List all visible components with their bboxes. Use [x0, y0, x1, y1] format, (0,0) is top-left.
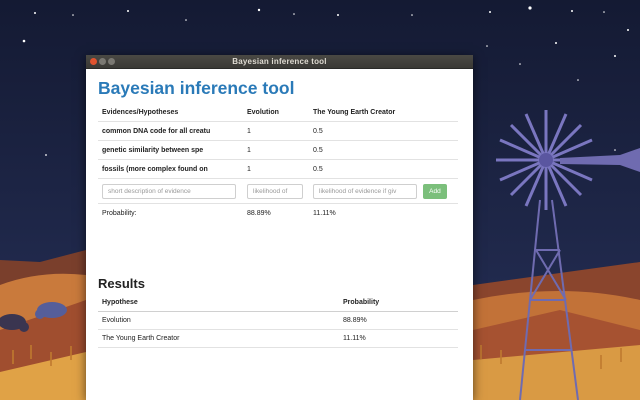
- evidence-name: genetic similarity between spe: [98, 140, 243, 160]
- evidence-row: common DNA code for all creatu 1 0.5: [98, 121, 458, 141]
- header-probability: Probability: [339, 294, 458, 312]
- new-evidence-row: short description of evidence likelihood…: [98, 178, 458, 204]
- evidence-evolution-likelihood: 1: [243, 140, 309, 160]
- probability-row: Probability: 88.89% 11.11%: [98, 203, 458, 222]
- evidence-row: fossils (more complex found on 1 0.5: [98, 159, 458, 179]
- evidence-evolution-likelihood: 1: [243, 121, 309, 141]
- new-evidence-evolution-cell: likelihood of: [243, 178, 309, 204]
- header-young-earth-creator: The Young Earth Creator: [313, 108, 396, 116]
- app-window: Bayesian inference tool Bayesian inferen…: [86, 55, 473, 400]
- evidence-description-input[interactable]: short description of evidence: [102, 183, 236, 199]
- results-table-header: Hypothese Probability: [98, 294, 458, 312]
- results-row: Evolution 88.89%: [98, 311, 458, 330]
- results-heading: Results: [98, 276, 145, 291]
- results-table: Hypothese Probability Evolution 88.89% T…: [98, 294, 458, 348]
- probability-evolution: 88.89%: [243, 203, 309, 222]
- evidence-name: fossils (more complex found on: [98, 159, 243, 179]
- evidence-creator-likelihood: 0.5: [309, 159, 458, 179]
- new-evidence-description-cell: short description of evidence: [98, 178, 243, 204]
- window-title: Bayesian inference tool: [232, 57, 327, 66]
- header-evolution: Evolution: [247, 108, 279, 116]
- page-title: Bayesian inference tool: [98, 78, 295, 98]
- evidence-creator-likelihood: 0.5: [309, 140, 458, 160]
- probability-creator: 11.11%: [309, 203, 458, 222]
- evidence-table-header: Evidences/Hypotheses Evolution The Young…: [98, 103, 458, 122]
- probability-label: Probability:: [98, 203, 243, 222]
- evolution-likelihood-input[interactable]: likelihood of: [247, 183, 303, 199]
- evidence-table: Evidences/Hypotheses Evolution The Young…: [98, 103, 458, 222]
- evidence-creator-likelihood: 0.5: [309, 121, 458, 141]
- results-row: The Young Earth Creator 11.11%: [98, 329, 458, 348]
- evidence-row: genetic similarity between spe 1 0.5: [98, 140, 458, 160]
- result-probability: 11.11%: [339, 329, 458, 348]
- evidence-evolution-likelihood: 1: [243, 159, 309, 179]
- result-hypothesis: The Young Earth Creator: [98, 329, 339, 348]
- result-hypothesis: Evolution: [98, 311, 339, 330]
- add-evidence-button[interactable]: Add: [422, 183, 447, 199]
- result-probability: 88.89%: [339, 311, 458, 330]
- header-hypothese: Hypothese: [98, 294, 339, 312]
- window-titlebar[interactable]: Bayesian inference tool: [86, 55, 473, 69]
- evidence-name: common DNA code for all creatu: [98, 121, 243, 141]
- header-evidences-hypotheses: Evidences/Hypotheses: [102, 108, 179, 116]
- new-evidence-creator-cell: likelihood of evidence if giv Add: [309, 178, 458, 204]
- creator-likelihood-input[interactable]: likelihood of evidence if giv: [313, 183, 417, 199]
